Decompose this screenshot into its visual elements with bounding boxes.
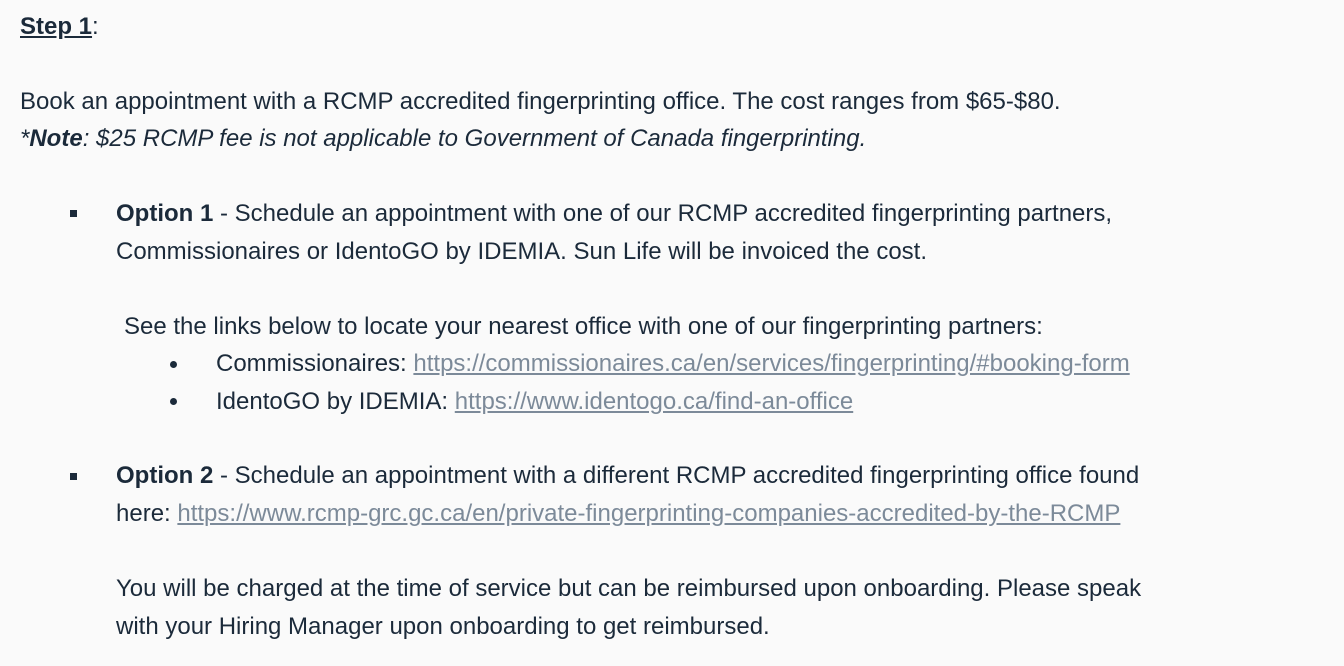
reimburse-line2: with your Hiring Manager upon onboarding…: [116, 613, 770, 640]
partner-bullet: [170, 398, 177, 405]
step-heading: Step 1:: [20, 12, 99, 42]
note-text: : $25 RCMP fee is not applicable to Gove…: [82, 125, 867, 152]
intro-text: Book an appointment with a RCMP accredit…: [20, 88, 1061, 115]
option1-bullet: [70, 210, 77, 217]
partner-bullet: [170, 361, 177, 368]
partner-name: IdentoGO by IDEMIA:: [216, 388, 455, 415]
option2-here: here:: [116, 500, 178, 527]
note-label: Note: [29, 125, 83, 152]
option1-line1: Option 1 - Schedule an appointment with …: [116, 199, 1112, 229]
step-colon: :: [92, 13, 99, 40]
rcmp-link[interactable]: https://www.rcmp-grc.gc.ca/en/private-fi…: [177, 500, 1120, 527]
option2-line1: Option 2 - Schedule an appointment with …: [116, 461, 1139, 491]
option1-label: Option 1: [116, 200, 214, 227]
partner-name: Commissionaires:: [216, 350, 414, 377]
option2-label: Option 2: [116, 462, 214, 489]
option1-line2: Commissionaires or IdentoGO by IDEMIA. S…: [116, 238, 928, 265]
commissionaires-link[interactable]: https://commissionaires.ca/en/services/f…: [413, 350, 1129, 377]
links-intro: See the links below to locate your neare…: [124, 313, 1043, 340]
partner-identogo: IdentoGO by IDEMIA: https://www.identogo…: [216, 387, 853, 417]
option2-line2: here: https://www.rcmp-grc.gc.ca/en/priv…: [116, 499, 1120, 529]
step-title: Step 1: [20, 13, 93, 40]
reimburse-line1: You will be charged at the time of servi…: [116, 575, 1142, 602]
note-prefix: *: [20, 125, 30, 152]
note-line: *Note: $25 RCMP fee is not applicable to…: [20, 124, 866, 154]
option2-bullet: [70, 473, 77, 480]
partner-commissionaires: Commissionaires: https://commissionaires…: [216, 349, 1130, 379]
option1-text: - Schedule an appointment with one of ou…: [213, 200, 1113, 227]
identogo-link[interactable]: https://www.identogo.ca/find-an-office: [455, 388, 853, 415]
option2-text: - Schedule an appointment with a differe…: [213, 462, 1140, 489]
